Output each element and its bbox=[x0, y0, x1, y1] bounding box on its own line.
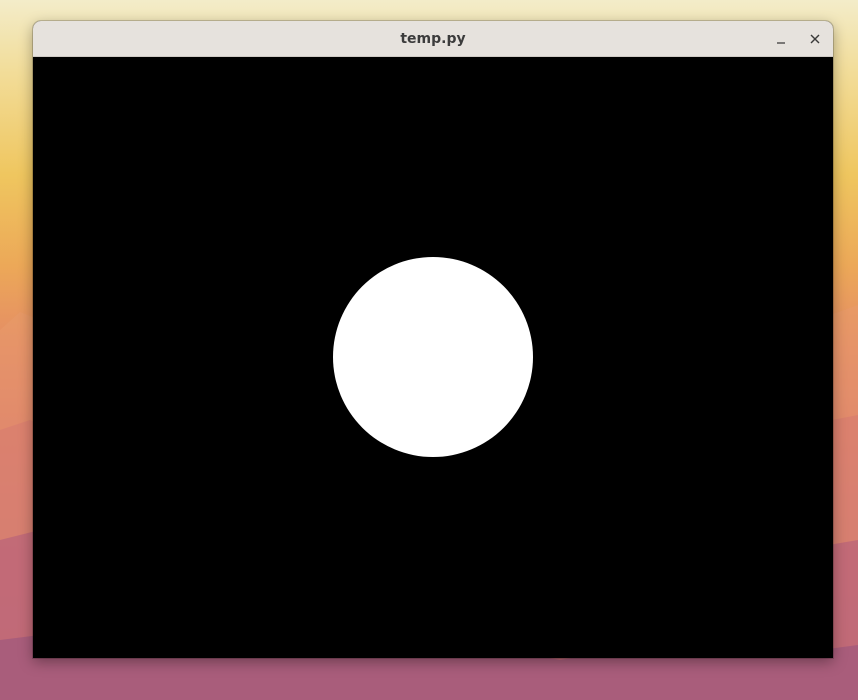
desktop-wallpaper: temp.py bbox=[0, 0, 858, 700]
minimize-button[interactable] bbox=[770, 28, 792, 50]
drawing-canvas[interactable] bbox=[33, 57, 833, 658]
close-icon bbox=[810, 34, 820, 44]
app-window: temp.py bbox=[33, 21, 833, 658]
close-button[interactable] bbox=[804, 28, 826, 50]
white-circle bbox=[333, 257, 533, 457]
window-titlebar[interactable]: temp.py bbox=[33, 21, 833, 57]
minimize-icon bbox=[777, 42, 785, 44]
window-title: temp.py bbox=[400, 31, 466, 47]
